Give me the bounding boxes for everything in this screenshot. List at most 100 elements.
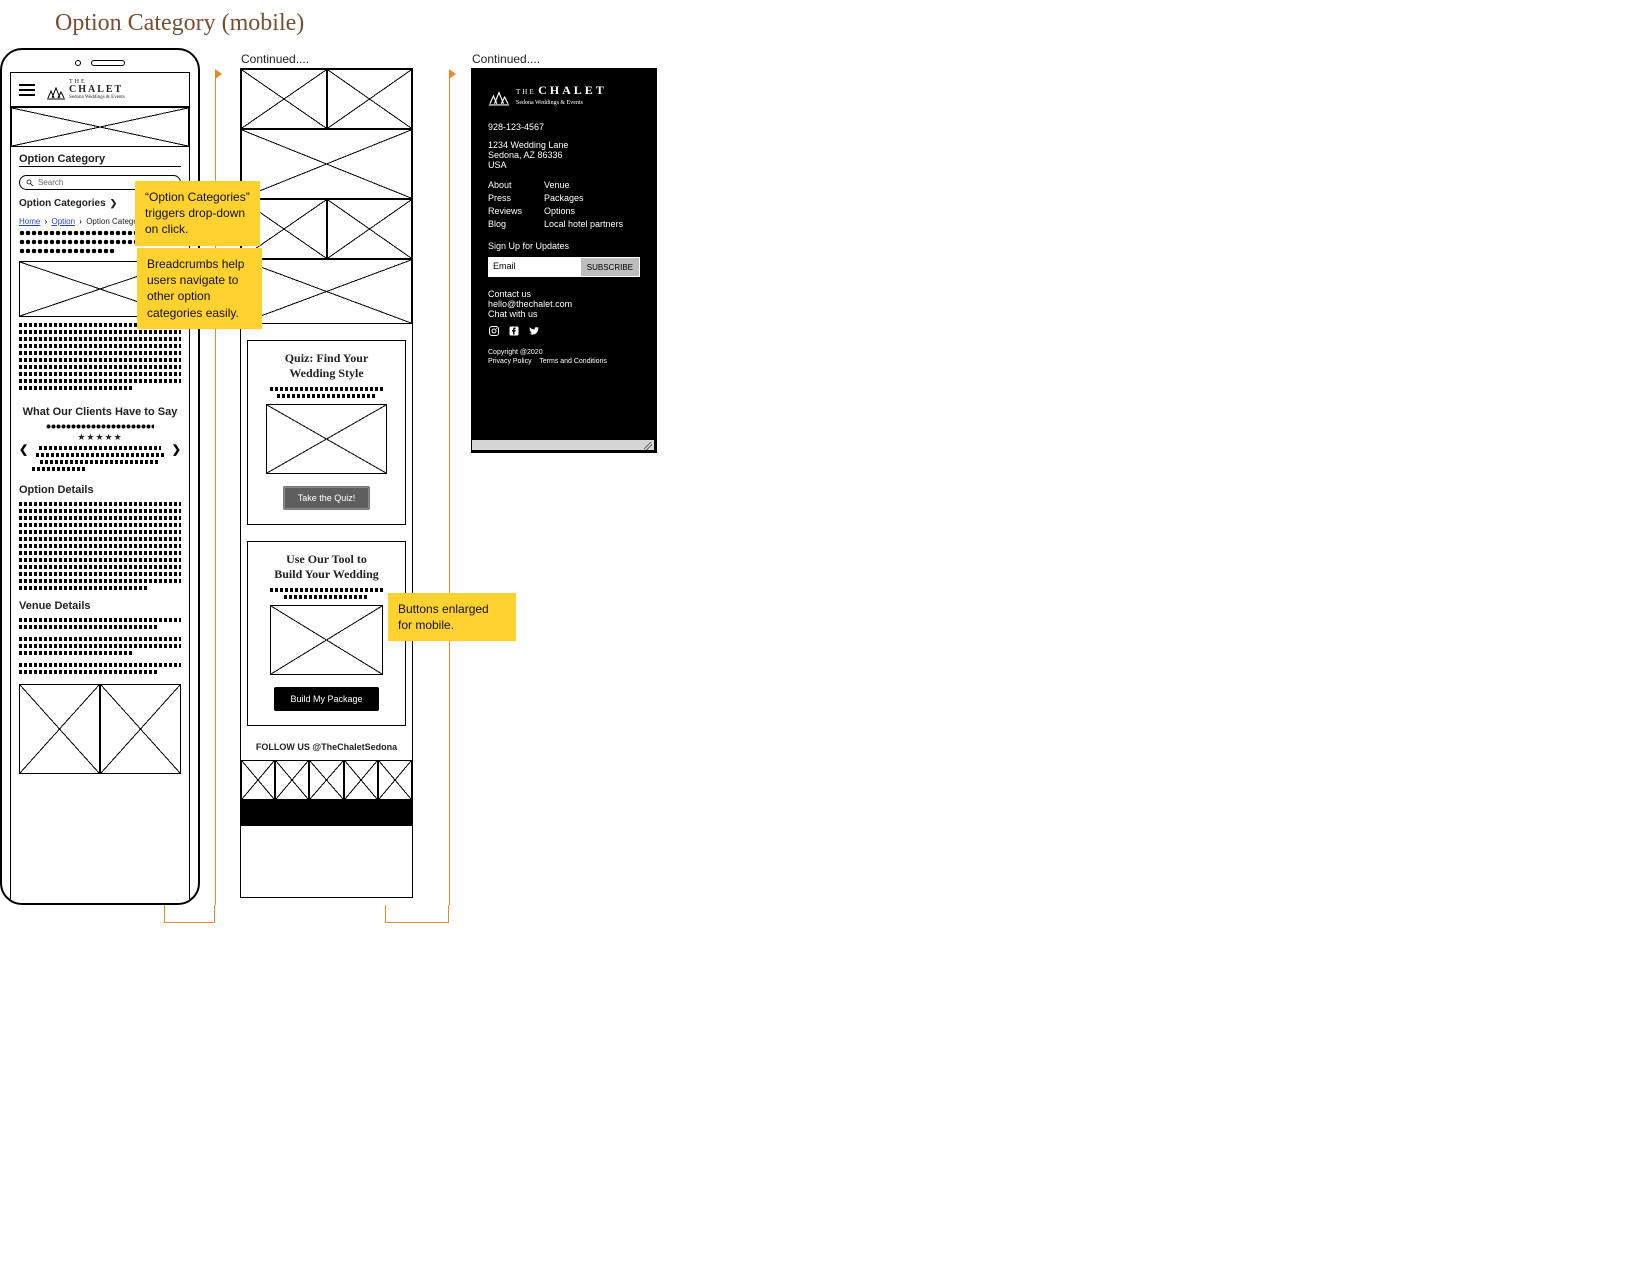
stars-icon: ★★★★★ [32, 432, 168, 443]
tool-title-l1: Use Our Tool to [256, 552, 397, 567]
image-placeholder [327, 69, 413, 129]
signup-form: Email SUBSCRIBE [488, 257, 640, 277]
email-field[interactable]: Email [488, 257, 580, 277]
page-title: Option Category (mobile) [55, 10, 1650, 37]
option-details-heading: Option Details [19, 484, 181, 496]
mobile-frame-1: THE CHALET Sedona Weddings & Events Opti… [0, 48, 200, 905]
screen-3: THE CHALET Sedona Weddings & Events 928-… [471, 68, 657, 453]
instagram-gallery [241, 760, 412, 800]
image-placeholder [241, 259, 412, 324]
footer-address: 1234 Wedding Lane Sedona, AZ 86336 USA [488, 140, 640, 170]
image-placeholder [100, 684, 181, 774]
venue-details-body [19, 618, 181, 674]
footer-link[interactable]: Press [488, 193, 522, 203]
chevron-right-icon: › [79, 217, 82, 226]
chevron-right-icon: › [45, 217, 48, 226]
tool-subcopy [256, 588, 397, 599]
image-placeholder [344, 760, 378, 800]
addr-l3: USA [488, 160, 640, 170]
chat-link[interactable]: Chat with us [488, 309, 640, 319]
phone-shell: THE CHALET Sedona Weddings & Events Opti… [0, 48, 200, 905]
connector-1 [164, 905, 215, 923]
camera-dot-icon [75, 60, 81, 66]
menu-icon[interactable] [19, 84, 35, 96]
socials [488, 325, 640, 337]
facebook-icon[interactable] [508, 325, 520, 337]
testimonials-heading: What Our Clients Have to Say [19, 406, 181, 418]
image-placeholder [241, 129, 412, 199]
footer-brand: THE CHALET Sedona Weddings & Events [488, 83, 640, 106]
footer: THE CHALET Sedona Weddings & Events 928-… [472, 69, 656, 452]
arrow-2 [449, 69, 456, 79]
footer-link[interactable]: Blog [488, 219, 522, 229]
brand-text: THE CHALET Sedona Weddings & Events [516, 83, 607, 106]
connector-2 [385, 905, 449, 923]
annotation-buttons: Buttons enlarged for mobile. [388, 593, 516, 641]
brand-text: THE CHALET Sedona Weddings & Events [69, 79, 125, 100]
brand-name: CHALET [538, 83, 607, 97]
brand-the: THE [516, 88, 536, 96]
contact-us-link[interactable]: Contact us [488, 289, 640, 299]
build-package-button[interactable]: Build My Package [274, 687, 378, 711]
footer-link[interactable]: Venue [544, 180, 623, 190]
brand-sub: Sedona Weddings & Events [69, 95, 125, 100]
carousel-next[interactable]: ❯ [172, 443, 181, 456]
build-tool-card: Use Our Tool to Build Your Wedding Build… [247, 541, 406, 726]
footer-fine: Copyright @2020 Privacy Policy Terms and… [488, 349, 640, 365]
footer-start [241, 800, 412, 826]
breadcrumb-option[interactable]: Option [51, 217, 75, 226]
quiz-card: Quiz: Find Your Wedding Style Take the Q… [247, 340, 406, 525]
quiz-subcopy [256, 387, 397, 398]
mobile-frame-2: Quiz: Find Your Wedding Style Take the Q… [240, 68, 413, 898]
brand-sub: Sedona Weddings & Events [516, 100, 607, 106]
image-placeholder [327, 199, 413, 259]
quiz-title-l2: Wedding Style [256, 366, 397, 381]
footer-link[interactable]: About [488, 180, 522, 190]
search-placeholder: Search [38, 178, 63, 187]
footer-link[interactable]: Reviews [488, 206, 522, 216]
footer-link[interactable]: Options [544, 206, 623, 216]
resize-grip-icon [472, 440, 654, 450]
annotation-breadcrumbs: Breadcrumbs help users navigate to other… [137, 248, 262, 329]
speaker-icon [91, 60, 125, 66]
arrow-1 [215, 69, 222, 79]
breadcrumb-home[interactable]: Home [19, 217, 40, 226]
instagram-icon[interactable] [488, 325, 500, 337]
follow-us: FOLLOW US @TheChaletSedona [241, 742, 412, 752]
hero-image-placeholder [11, 107, 189, 147]
footer-link[interactable]: Local hotel partners [544, 219, 623, 229]
contact-email[interactable]: hello@thechalet.com [488, 299, 640, 309]
mobile-frame-3: THE CHALET Sedona Weddings & Events 928-… [471, 68, 657, 453]
footer-phone[interactable]: 928-123-4567 [488, 122, 640, 132]
image-placeholder [241, 760, 275, 800]
twitter-icon[interactable] [528, 325, 540, 337]
carousel-prev[interactable]: ❮ [19, 443, 28, 456]
addr-l1: 1234 Wedding Lane [488, 140, 640, 150]
continued-label-1: Continued.... [241, 52, 309, 66]
hero-title: Option Category [19, 153, 181, 165]
footer-links: About Press Reviews Blog Venue Packages … [488, 180, 640, 229]
option-categories-label: Option Categories [19, 198, 106, 209]
email-placeholder-text: Email [493, 261, 516, 271]
tool-image-placeholder [270, 605, 383, 675]
image-placeholder [241, 69, 327, 129]
testimonial-title [32, 424, 168, 429]
addr-l2: Sedona, AZ 86336 [488, 150, 640, 160]
brand-logo[interactable]: THE CHALET Sedona Weddings & Events [47, 79, 125, 100]
continued-label-2: Continued.... [472, 52, 540, 66]
image-placeholder [275, 760, 309, 800]
image-placeholder [378, 760, 412, 800]
logo-icon [47, 84, 65, 100]
search-icon [26, 179, 34, 187]
subscribe-button[interactable]: SUBSCRIBE [580, 257, 640, 277]
hero-underline [19, 166, 181, 167]
terms-link[interactable]: Terms and Conditions [539, 358, 607, 365]
image-placeholder [309, 760, 343, 800]
tool-title-l2: Build Your Wedding [256, 567, 397, 582]
testimonial-body [32, 446, 168, 471]
privacy-link[interactable]: Privacy Policy [488, 358, 532, 365]
take-quiz-button[interactable]: Take the Quiz! [283, 486, 371, 510]
quiz-image-placeholder [266, 404, 387, 474]
gallery-two-b [241, 69, 412, 129]
footer-link[interactable]: Packages [544, 193, 623, 203]
